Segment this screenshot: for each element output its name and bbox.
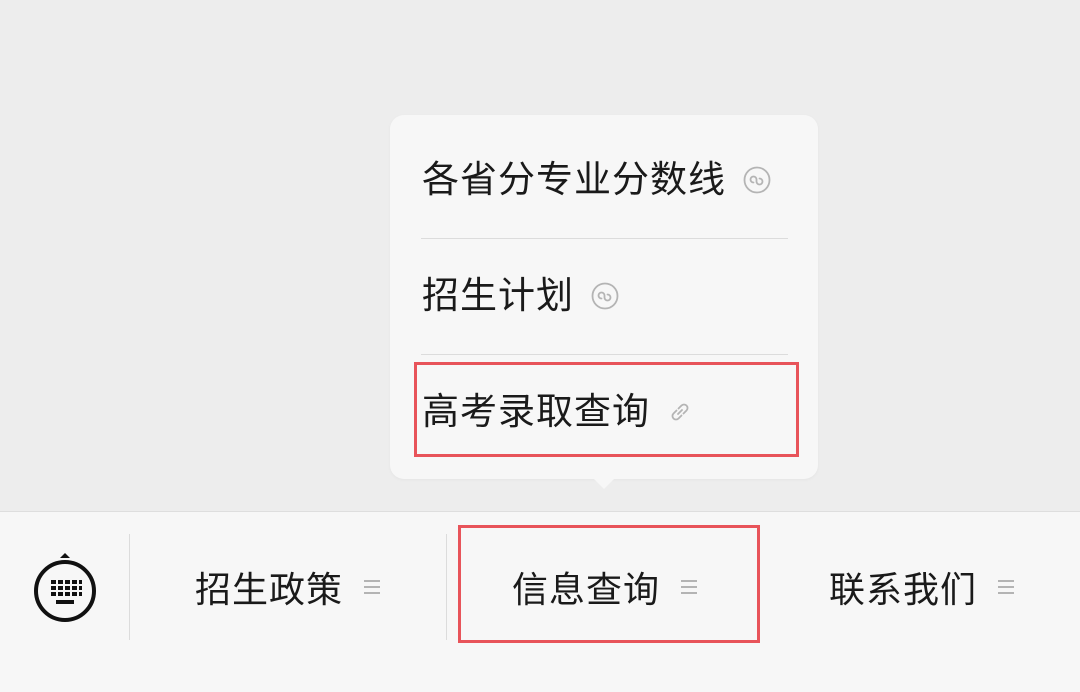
menu-item-score-lines[interactable]: 各省分专业分数线 [422,160,772,200]
bottom-menu-bar: 招生政策 信息查询 联系我们 [0,511,1080,692]
menu-divider [421,354,788,355]
tab-label: 信息查询 [511,570,660,611]
menu-icon [363,578,381,596]
mini-program-icon [742,165,772,195]
menu-item-label: 高考录取查询 [422,390,650,433]
mini-program-icon [590,281,620,311]
tab-admission-policy[interactable]: 招生政策 [130,552,446,622]
popup-pointer [591,476,617,489]
tab-label: 联系我们 [828,570,977,611]
submenu-popup: 各省分专业分数线 招生计划 高考录取查询 [390,115,818,479]
menu-item-label: 各省分专业分数线 [422,158,726,201]
tab-info-query[interactable]: 信息查询 [447,552,763,622]
tab-label: 招生政策 [194,570,343,611]
menu-divider [421,238,788,239]
menu-item-admission-query[interactable]: 高考录取查询 [422,392,694,432]
menu-icon [680,578,698,596]
keyboard-icon [34,553,96,622]
menu-item-enrollment-plan[interactable]: 招生计划 [422,276,620,316]
link-icon [666,398,694,426]
tab-contact-us[interactable]: 联系我们 [764,552,1080,622]
menu-item-label: 招生计划 [422,274,574,317]
keyboard-toggle-button[interactable] [30,552,100,624]
menu-icon [997,578,1015,596]
